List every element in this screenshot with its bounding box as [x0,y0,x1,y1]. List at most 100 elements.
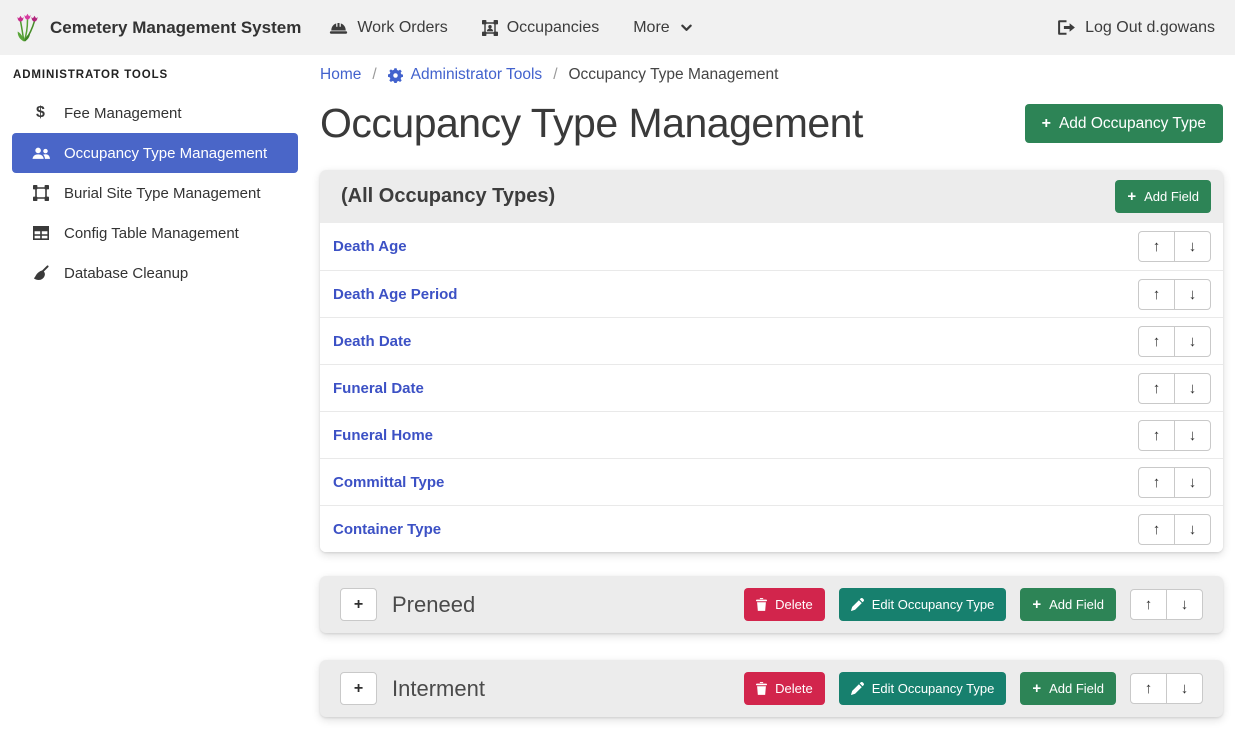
breadcrumb-home[interactable]: Home [320,66,361,84]
move-up-button[interactable]: ↑ [1138,231,1175,262]
tulip-logo-icon [14,13,41,43]
field-row-container-type: Container Type ↑ ↓ [320,505,1223,552]
field-row-funeral-home: Funeral Home ↑ ↓ [320,411,1223,458]
reorder-button-group: ↑ ↓ [1138,279,1211,310]
add-field-button[interactable]: + Add Field [1020,672,1116,705]
field-link-funeral-home[interactable]: Funeral Home [333,427,433,444]
delete-button[interactable]: Delete [744,588,825,621]
edit-occupancy-type-button[interactable]: Edit Occupancy Type [839,588,1007,621]
move-down-button[interactable]: ↓ [1174,326,1211,357]
field-link-death-age[interactable]: Death Age [333,238,407,255]
up-arrow-icon: ↑ [1153,334,1161,349]
logout-button[interactable]: Log Out d.gowans [1058,19,1221,37]
field-row-death-date: Death Date ↑ ↓ [320,317,1223,364]
occupancy-type-sections: + Preneed Delete Edit Occupancy Type + A… [320,576,1223,717]
add-occupancy-type-button[interactable]: + Add Occupancy Type [1025,104,1223,143]
sidebar-item-config-table-management[interactable]: Config Table Management [12,213,298,253]
field-list: Death Age ↑ ↓ Death Age Period ↑ ↓ Death… [320,223,1223,552]
move-down-button[interactable]: ↓ [1174,514,1211,545]
people-icon [30,147,51,160]
up-arrow-icon: ↑ [1153,475,1161,490]
up-arrow-icon: ↑ [1153,522,1161,537]
up-arrow-icon: ↑ [1153,428,1161,443]
down-arrow-icon: ↓ [1189,381,1197,396]
field-link-funeral-date[interactable]: Funeral Date [333,380,424,397]
vector-square-icon [30,185,51,201]
nav-more-label: More [633,19,669,37]
sidebar-item-label: Burial Site Type Management [64,185,261,202]
move-down-button[interactable]: ↓ [1174,467,1211,498]
up-arrow-icon: ↑ [1153,287,1161,302]
down-arrow-icon: ↓ [1189,522,1197,537]
app-window: Cemetery Management System Work Orders O… [0,0,1235,738]
field-row-death-age: Death Age ↑ ↓ [320,223,1223,270]
field-row-funeral-date: Funeral Date ↑ ↓ [320,364,1223,411]
reorder-button-group: ↑ ↓ [1138,373,1211,404]
sidebar-item-database-cleanup[interactable]: Database Cleanup [12,253,298,293]
edit-occupancy-type-button[interactable]: Edit Occupancy Type [839,672,1007,705]
occupancy-type-section-preneed: + Preneed Delete Edit Occupancy Type + A… [320,576,1223,633]
move-down-button[interactable]: ↓ [1174,231,1211,262]
move-up-button[interactable]: ↑ [1130,673,1167,704]
move-down-button[interactable]: ↓ [1174,420,1211,451]
field-link-death-date[interactable]: Death Date [333,333,411,350]
breadcrumb-separator: / [372,66,376,84]
nav-more-dropdown[interactable]: More [633,19,691,37]
move-up-button[interactable]: ↑ [1138,420,1175,451]
reorder-button-group: ↑ ↓ [1138,420,1211,451]
nav-work-orders[interactable]: Work Orders [329,19,447,37]
move-up-button[interactable]: ↑ [1138,373,1175,404]
move-down-button[interactable]: ↓ [1166,673,1203,704]
move-down-button[interactable]: ↓ [1174,279,1211,310]
up-arrow-icon: ↑ [1153,239,1161,254]
field-link-container-type[interactable]: Container Type [333,521,441,538]
move-up-button[interactable]: ↑ [1138,326,1175,357]
add-field-button[interactable]: + Add Field [1020,588,1116,621]
field-link-committal-type[interactable]: Committal Type [333,474,444,491]
logout-icon [1058,20,1076,35]
move-up-button[interactable]: ↑ [1130,589,1167,620]
down-arrow-icon: ↓ [1189,475,1197,490]
up-arrow-icon: ↑ [1145,597,1153,612]
move-down-button[interactable]: ↓ [1174,373,1211,404]
plus-icon: + [354,597,363,613]
sidebar-item-label: Occupancy Type Management [64,145,267,162]
page-title: Occupancy Type Management [320,98,863,149]
sidebar-nav: $ Fee Management Occupancy Type Manageme… [12,93,298,293]
expand-section-button[interactable]: + [340,672,377,705]
sidebar-item-label: Config Table Management [64,225,239,242]
down-arrow-icon: ↓ [1181,681,1189,696]
occupancy-frame-icon [482,20,498,36]
move-up-button[interactable]: ↑ [1138,467,1175,498]
plus-icon: + [1032,681,1041,696]
sidebar-item-burial-site-type-management[interactable]: Burial Site Type Management [12,173,298,213]
move-up-button[interactable]: ↑ [1138,279,1175,310]
field-link-death-age-period[interactable]: Death Age Period [333,286,457,303]
move-down-button[interactable]: ↓ [1166,589,1203,620]
table-icon [30,226,51,240]
delete-button[interactable]: Delete [744,672,825,705]
sidebar: ADMINISTRATOR TOOLS $ Fee Management Occ… [0,55,310,738]
all-occupancy-types-header: (All Occupancy Types) + Add Field [320,170,1223,223]
sidebar-item-fee-management[interactable]: $ Fee Management [12,93,298,133]
plus-icon: + [1032,597,1041,612]
sidebar-item-label: Fee Management [64,105,182,122]
move-up-button[interactable]: ↑ [1138,514,1175,545]
expand-section-button[interactable]: + [340,588,377,621]
chevron-down-icon [681,24,692,32]
section-actions: Delete Edit Occupancy Type + Add Field ↑… [744,672,1203,705]
nav-occupancies[interactable]: Occupancies [482,19,600,37]
sidebar-item-occupancy-type-management[interactable]: Occupancy Type Management [12,133,298,173]
field-row-committal-type: Committal Type ↑ ↓ [320,458,1223,505]
breadcrumb: Home / Administrator Tools / Occupancy T… [320,66,1223,84]
brand-link[interactable]: Cemetery Management System [14,13,301,43]
reorder-button-group: ↑ ↓ [1138,231,1211,262]
reorder-button-group: ↑ ↓ [1130,589,1203,620]
broom-icon [30,265,51,281]
nav-work-orders-label: Work Orders [357,19,447,37]
add-field-button[interactable]: + Add Field [1115,180,1211,213]
sidebar-item-label: Database Cleanup [64,265,188,282]
reorder-button-group: ↑ ↓ [1138,326,1211,357]
breadcrumb-administrator-tools[interactable]: Administrator Tools [388,66,543,84]
pencil-icon [851,598,864,611]
